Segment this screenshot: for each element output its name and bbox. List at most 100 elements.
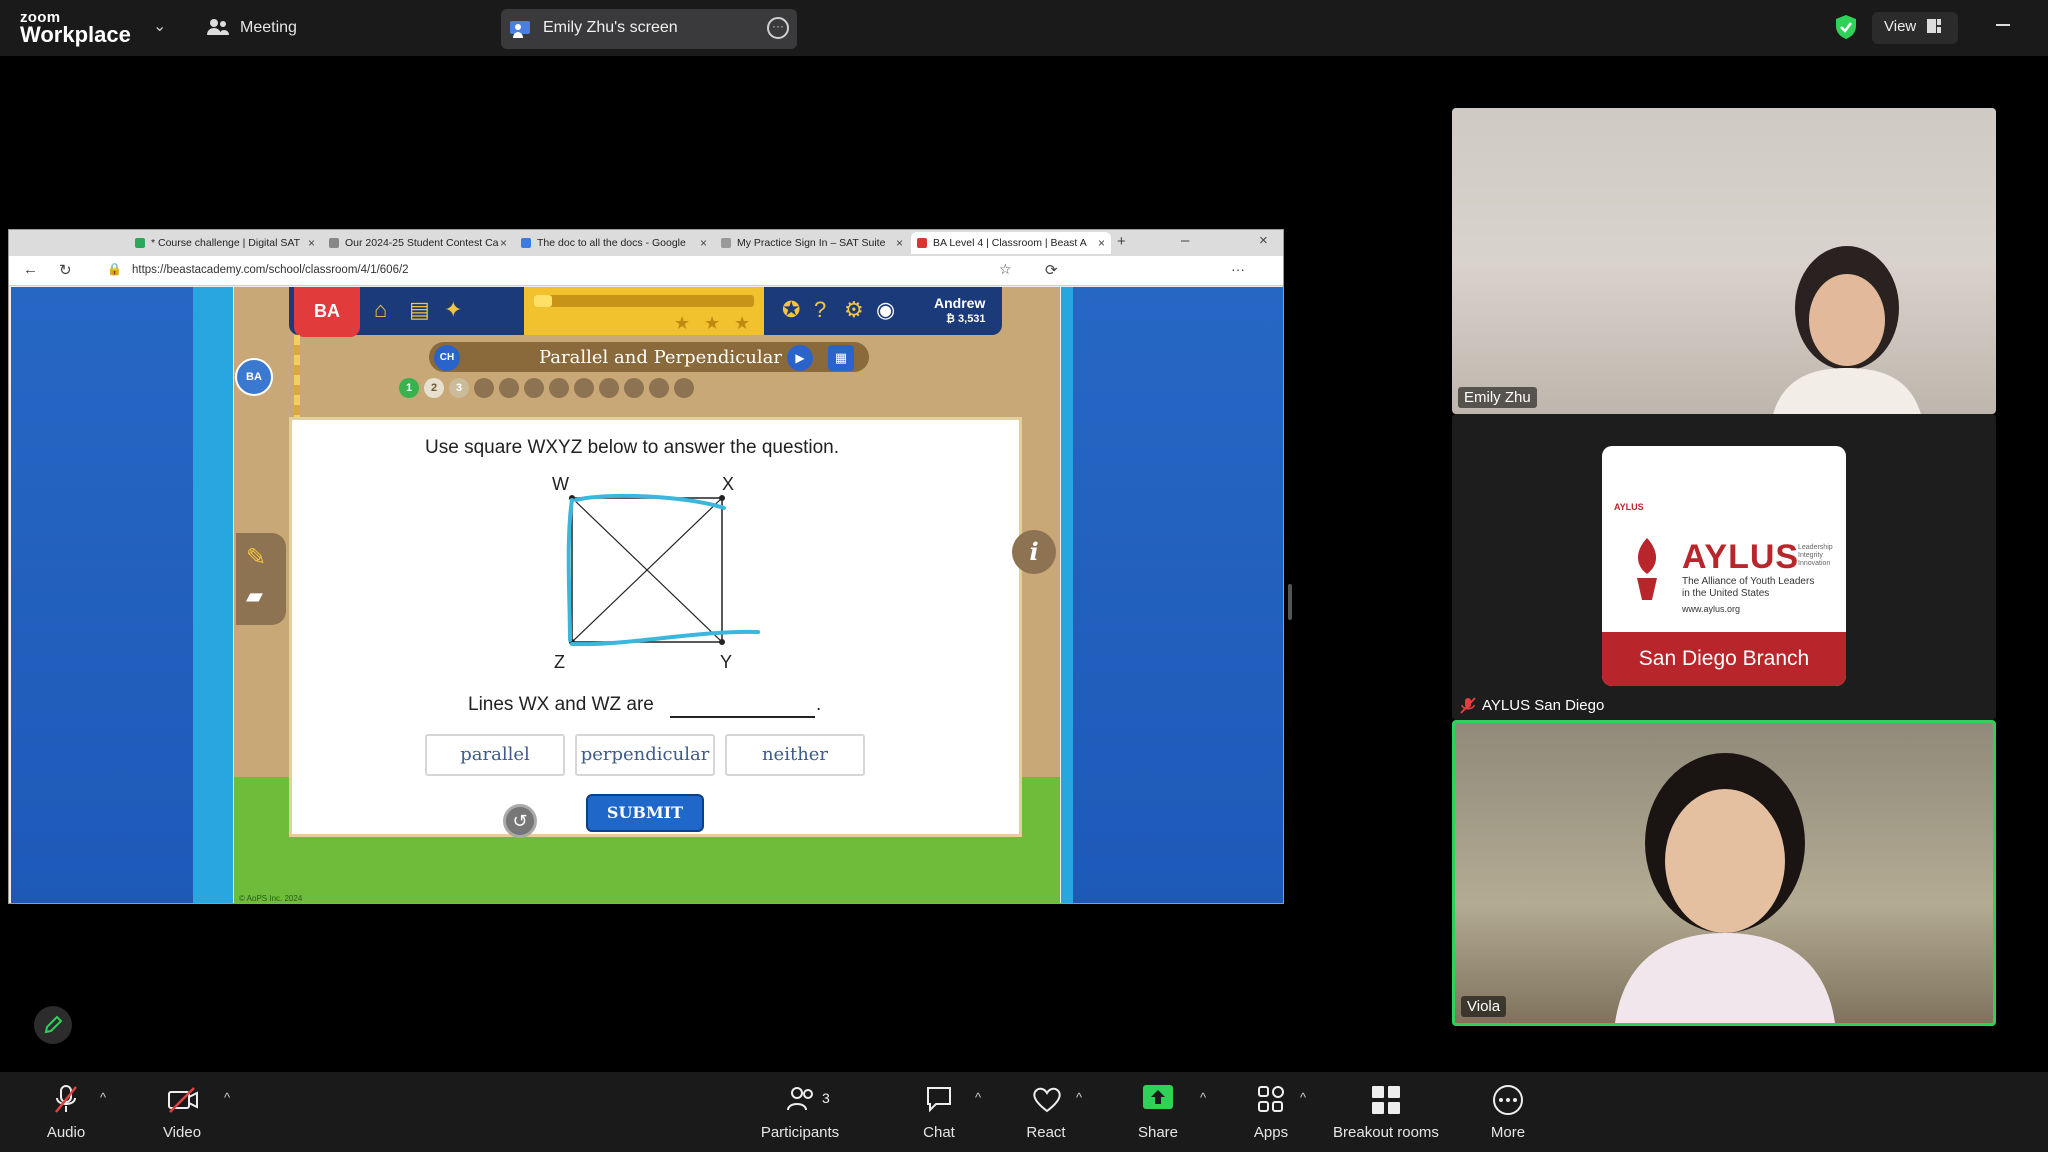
url-field[interactable]: https://beastacademy.com/school/classroo… — [132, 264, 409, 276]
beast-academy-logo[interactable]: BA — [294, 287, 360, 337]
aylus-logo-card: AYLUS AYLUS Leadership Integrity Innovat… — [1602, 446, 1846, 686]
audio-options-caret[interactable]: ^ — [100, 1090, 106, 1105]
muted-mic-icon — [1460, 697, 1476, 714]
new-tab-icon[interactable]: + — [1117, 233, 1126, 250]
choice-perpendicular[interactable]: perpendicular — [575, 734, 715, 776]
reload-icon[interactable]: ↻ — [59, 261, 72, 279]
browser-tab-2[interactable]: Our 2024-25 Student Contest Ca × — [323, 232, 513, 254]
video-options-caret[interactable]: ^ — [224, 1090, 230, 1105]
question-dot-3[interactable]: 3 — [449, 378, 469, 398]
apps-button[interactable]: Apps — [1244, 1124, 1298, 1141]
more-button[interactable]: More — [1480, 1124, 1536, 1141]
progress-track — [534, 295, 754, 307]
breakout-rooms-button[interactable]: Breakout rooms — [1326, 1124, 1446, 1141]
apps-icon[interactable] — [1256, 1084, 1286, 1114]
react-options-caret[interactable]: ^ — [1076, 1090, 1082, 1105]
browser-tab-3[interactable]: The doc to all the docs - Google × — [515, 232, 713, 254]
aylus-tagline: The Alliance of Youth Leaders in the Uni… — [1682, 576, 1815, 599]
chapter-badge[interactable]: CH — [434, 345, 460, 371]
refresh-icon[interactable]: ⟳ — [1045, 261, 1058, 279]
video-button[interactable]: Video — [156, 1124, 208, 1141]
question-dot-locked — [499, 378, 519, 398]
browser-tab-1[interactable]: * Course challenge | Digital SAT × — [129, 232, 321, 254]
more-options-icon[interactable]: ··· — [767, 17, 789, 39]
heart-icon[interactable] — [1031, 1084, 1063, 1114]
microphone-muted-icon[interactable] — [52, 1084, 80, 1116]
video-tile-aylus[interactable]: AYLUS AYLUS Leadership Integrity Innovat… — [1452, 414, 1996, 720]
aylus-wordmark: AYLUS — [1682, 538, 1800, 576]
info-button[interactable]: i — [1012, 530, 1056, 574]
question-dot-locked — [599, 378, 619, 398]
chat-button[interactable]: Chat — [912, 1124, 966, 1141]
video-off-icon[interactable] — [166, 1084, 200, 1116]
choice-parallel[interactable]: parallel — [425, 734, 565, 776]
app-brand-workplace[interactable]: Workplace — [20, 22, 131, 48]
close-icon[interactable]: × — [308, 232, 315, 254]
star-icon: ★ — [704, 313, 721, 333]
eraser-icon[interactable]: ▰ — [246, 583, 263, 609]
browser-tab-5[interactable]: BA Level 4 | Classroom | Beast A × — [911, 232, 1111, 254]
window-minimize-icon[interactable]: – — [1181, 232, 1189, 249]
participants-button[interactable]: Participants — [752, 1124, 848, 1141]
book-icon[interactable]: ▤ — [409, 297, 430, 323]
more-icon[interactable] — [1492, 1084, 1524, 1116]
avatar[interactable]: ◉ — [876, 297, 895, 323]
answer-blank[interactable] — [670, 716, 815, 718]
video-tile-viola[interactable]: Viola — [1452, 720, 1996, 1026]
close-icon[interactable]: × — [896, 232, 903, 254]
meeting-menu[interactable]: Meeting — [240, 19, 297, 37]
vertex-z-label: Z — [554, 652, 565, 672]
question-dot-1[interactable]: 1 — [399, 378, 419, 398]
share-button[interactable]: Share — [1130, 1124, 1186, 1141]
choice-neither[interactable]: neither — [725, 734, 865, 776]
pencil-icon — [44, 1015, 63, 1034]
participant-name-emily: Emily Zhu — [1458, 387, 1537, 408]
puzzle-icon[interactable]: ✦ — [444, 297, 462, 323]
browser-tab-label: My Practice Sign In – SAT Suite — [737, 237, 886, 249]
progress-fill — [534, 295, 552, 307]
star-icon[interactable]: ☆ — [999, 261, 1012, 278]
home-icon[interactable]: ⌂ — [374, 297, 387, 323]
star-icon: ★ — [734, 313, 751, 333]
participants-icon[interactable] — [786, 1084, 816, 1114]
share-screen-icon[interactable] — [1142, 1084, 1174, 1112]
more-options-icon[interactable]: ··· — [1231, 261, 1245, 277]
vertex-y-label: Y — [720, 652, 732, 672]
help-icon[interactable]: ? — [814, 297, 826, 323]
window-close-icon[interactable]: × — [1259, 232, 1268, 249]
gear-icon[interactable]: ⚙ — [844, 297, 864, 323]
lock-icon: 🔒 — [107, 262, 122, 276]
minimize-icon[interactable] — [1996, 24, 2010, 26]
chat-icon[interactable] — [924, 1084, 954, 1114]
video-tile-emily[interactable]: Emily Zhu — [1452, 108, 1996, 414]
guide-book-icon[interactable]: ▦ — [828, 345, 854, 371]
chevron-down-icon[interactable]: ⌄ — [153, 16, 166, 36]
aylus-url: www.aylus.org — [1682, 604, 1741, 614]
participant-name-aylus: AYLUS San Diego — [1482, 697, 1605, 714]
browser-tab-4[interactable]: My Practice Sign In – SAT Suite × — [715, 232, 909, 254]
split-view-handle[interactable] — [1288, 584, 1292, 620]
apps-options-caret[interactable]: ^ — [1300, 1090, 1306, 1105]
reset-icon[interactable]: ↺ — [503, 804, 537, 838]
user-name[interactable]: Andrew — [934, 295, 985, 311]
back-arrow-icon[interactable]: ← — [23, 261, 38, 278]
submit-button[interactable]: SUBMIT — [586, 794, 704, 832]
breakout-rooms-icon[interactable] — [1370, 1084, 1402, 1116]
top-bar — [0, 0, 2048, 56]
close-icon[interactable]: × — [700, 232, 707, 254]
share-options-caret[interactable]: ^ — [1200, 1090, 1206, 1105]
security-shield-icon[interactable] — [1835, 14, 1857, 40]
people-icon[interactable] — [206, 17, 230, 37]
audio-button[interactable]: Audio — [40, 1124, 92, 1141]
award-icon[interactable]: ✪ — [782, 297, 800, 323]
play-video-icon[interactable]: ▶ — [787, 345, 813, 371]
close-icon[interactable]: × — [1098, 232, 1105, 254]
annotate-button[interactable] — [34, 1006, 72, 1044]
grid-view-icon — [1927, 19, 1941, 33]
chat-options-caret[interactable]: ^ — [975, 1090, 981, 1105]
aylus-values: Leadership Integrity Innovation — [1798, 544, 1833, 567]
close-icon[interactable]: × — [500, 232, 507, 254]
react-button[interactable]: React — [1018, 1124, 1074, 1141]
pencil-icon[interactable]: ✎ — [246, 543, 266, 572]
question-dot-2[interactable]: 2 — [424, 378, 444, 398]
